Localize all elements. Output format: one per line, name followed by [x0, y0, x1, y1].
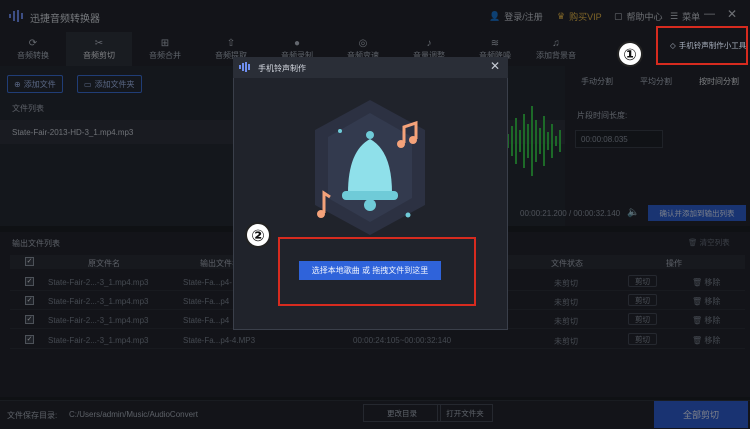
annotation-box-select-song [278, 237, 476, 306]
ringtone-tool-label: 手机铃声制作小工具 [678, 41, 747, 50]
dialog-close-button[interactable]: ✕ [490, 59, 500, 73]
bell-illustration [315, 100, 425, 235]
tag-icon: ◇ [670, 41, 676, 50]
annotation-marker-2: ② [245, 222, 271, 248]
dialog-logo-icon [239, 62, 250, 72]
app-window: 迅捷音频转换器 👤 登录/注册 ♛ 购买VIP ▢ 帮助中心 ☰ 菜单 — ✕ … [0, 0, 750, 429]
ringtone-tool-button[interactable]: ◇ 手机铃声制作小工具 [670, 40, 746, 51]
annotation-marker-1: ① [617, 41, 643, 67]
dialog-title: 手机铃声制作 [258, 64, 306, 73]
